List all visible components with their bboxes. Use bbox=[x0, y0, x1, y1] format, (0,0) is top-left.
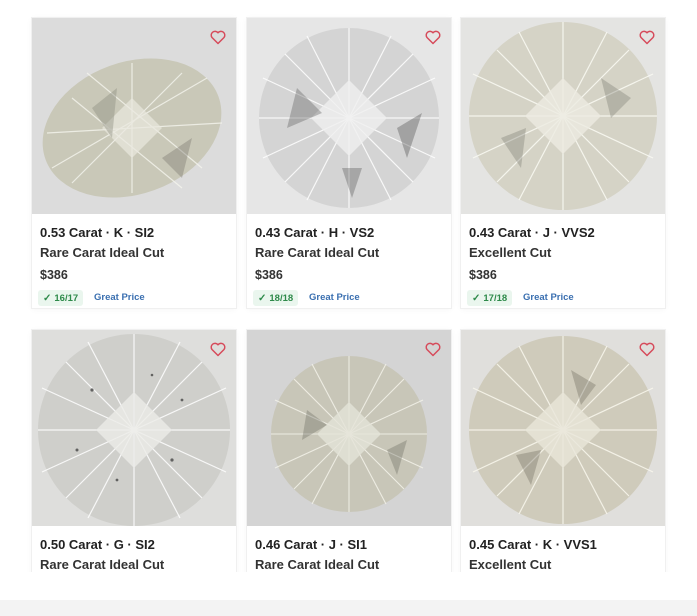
cut-grade: Rare Carat Ideal Cut bbox=[40, 557, 165, 572]
diamond-image[interactable] bbox=[461, 330, 665, 526]
page-footer-edge bbox=[0, 600, 697, 616]
diamond-card[interactable]: 0.50 Carat · G · SI2 Rare Carat Ideal Cu… bbox=[32, 330, 236, 580]
diamond-title: 0.43 Carat · J · VVS2 bbox=[469, 225, 595, 240]
cut-grade: Rare Carat Ideal Cut bbox=[40, 245, 165, 260]
diamond-image[interactable] bbox=[247, 330, 451, 526]
diamond-title: 0.43 Carat · H · VS2 bbox=[255, 225, 375, 240]
diamond-title: 0.53 Carat · K · SI2 bbox=[40, 225, 155, 240]
heart-icon bbox=[210, 342, 226, 356]
score-badge: ✓ 16/17 bbox=[38, 290, 84, 306]
score-badge: ✓ 17/18 bbox=[467, 290, 513, 306]
check-icon: ✓ bbox=[43, 292, 52, 304]
great-price-badge: Great Price bbox=[309, 292, 360, 303]
cut-grade: Rare Carat Ideal Cut bbox=[255, 557, 380, 572]
price: $386 bbox=[469, 268, 497, 282]
price: $386 bbox=[255, 268, 283, 282]
heart-icon bbox=[425, 30, 441, 44]
check-icon: ✓ bbox=[258, 292, 267, 304]
heart-icon bbox=[425, 342, 441, 356]
diamond-card[interactable]: 0.46 Carat · J · SI1 Rare Carat Ideal Cu… bbox=[247, 330, 451, 580]
score-value: 16/17 bbox=[54, 292, 79, 304]
diamond-image[interactable] bbox=[32, 18, 236, 214]
cut-grade: Excellent Cut bbox=[469, 245, 552, 260]
diamond-card[interactable]: 0.53 Carat · K · SI2 Rare Carat Ideal Cu… bbox=[32, 18, 236, 308]
diamond-image[interactable] bbox=[461, 18, 665, 214]
heart-icon bbox=[639, 342, 655, 356]
diamond-title: 0.46 Carat · J · SI1 bbox=[255, 537, 367, 552]
check-icon: ✓ bbox=[472, 292, 481, 304]
favorite-button[interactable] bbox=[637, 27, 657, 47]
favorite-button[interactable] bbox=[637, 339, 657, 359]
diamond-card[interactable]: 0.43 Carat · J · VVS2 Excellent Cut $386… bbox=[461, 18, 665, 308]
diamond-card[interactable]: 0.43 Carat · H · VS2 Rare Carat Ideal Cu… bbox=[247, 18, 451, 308]
price: $386 bbox=[40, 268, 68, 282]
favorite-button[interactable] bbox=[423, 27, 443, 47]
diamond-title: 0.45 Carat · K · VVS1 bbox=[469, 537, 597, 552]
score-value: 18/18 bbox=[269, 292, 294, 304]
score-value: 17/18 bbox=[483, 292, 508, 304]
diamond-image[interactable] bbox=[32, 330, 236, 526]
great-price-badge: Great Price bbox=[523, 292, 574, 303]
heart-icon bbox=[639, 30, 655, 44]
cut-grade: Excellent Cut bbox=[469, 557, 552, 572]
favorite-button[interactable] bbox=[423, 339, 443, 359]
favorite-button[interactable] bbox=[208, 27, 228, 47]
cut-grade: Rare Carat Ideal Cut bbox=[255, 245, 380, 260]
score-badge: ✓ 18/18 bbox=[253, 290, 299, 306]
heart-icon bbox=[210, 30, 226, 44]
diamond-results-grid: 0.53 Carat · K · SI2 Rare Carat Ideal Cu… bbox=[0, 0, 697, 616]
diamond-image[interactable] bbox=[247, 18, 451, 214]
great-price-badge: Great Price bbox=[94, 292, 145, 303]
favorite-button[interactable] bbox=[208, 339, 228, 359]
diamond-card[interactable]: 0.45 Carat · K · VVS1 Excellent Cut bbox=[461, 330, 665, 580]
diamond-title: 0.50 Carat · G · SI2 bbox=[40, 537, 155, 552]
